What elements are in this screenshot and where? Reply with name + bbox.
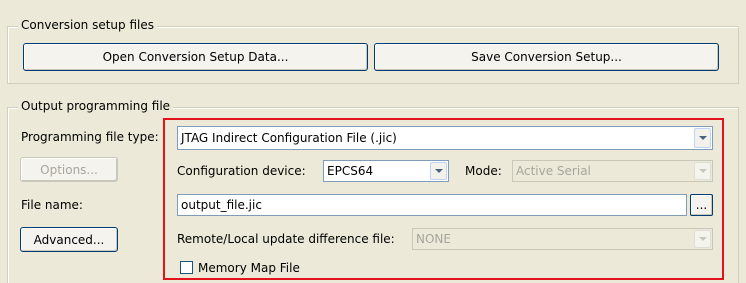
highlight-box <box>163 118 724 280</box>
file-name-label: File name: <box>21 198 83 212</box>
advanced-button[interactable]: Advanced... <box>20 227 118 252</box>
conversion-setup-legend: Conversion setup files <box>18 18 157 32</box>
advanced-button-label: Advanced... <box>33 232 105 247</box>
programming-file-type-label: Programming file type: <box>21 130 159 144</box>
open-conversion-setup-label: Open Conversion Setup Data... <box>102 50 289 64</box>
open-conversion-setup-button[interactable]: Open Conversion Setup Data... <box>23 43 368 71</box>
options-button-label: Options... <box>40 162 98 177</box>
save-conversion-setup-label: Save Conversion Setup... <box>471 50 622 64</box>
save-conversion-setup-button[interactable]: Save Conversion Setup... <box>374 43 719 71</box>
output-programming-legend: Output programming file <box>18 99 174 113</box>
options-button[interactable]: Options... <box>20 157 118 182</box>
